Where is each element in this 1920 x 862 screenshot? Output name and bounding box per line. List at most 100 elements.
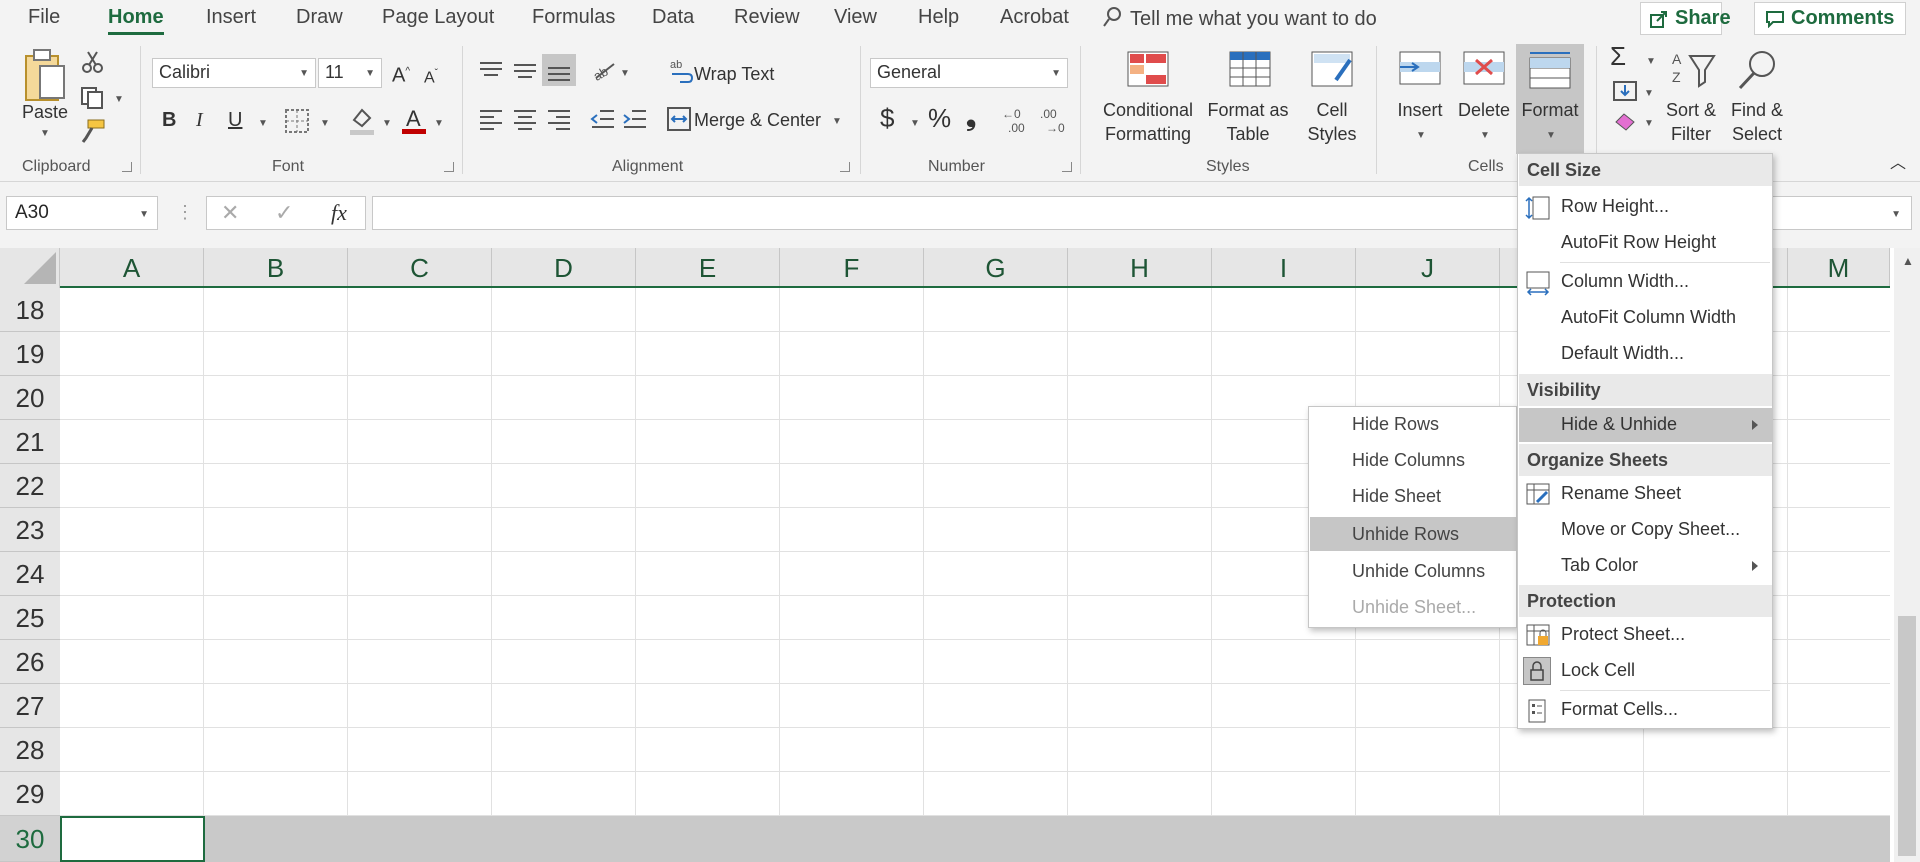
column-header[interactable]: J [1356,248,1500,288]
row-header[interactable]: 28 [0,728,60,772]
increase-decimal-icon[interactable]: ←0.00 [1002,106,1032,134]
insert-function-button[interactable]: fx [331,201,347,225]
align-middle-icon[interactable] [512,60,538,80]
hide-sheet-item[interactable]: Hide Sheet [1310,479,1517,513]
align-left-icon[interactable] [478,108,504,130]
autosum-icon[interactable]: Σ [1610,43,1626,69]
alignment-launcher[interactable] [840,162,850,172]
tab-file[interactable]: File [28,6,60,29]
column-header[interactable]: C [348,248,492,288]
font-color-icon[interactable]: A [400,104,428,136]
format-cells-button[interactable]: Format ▼ [1516,44,1584,154]
font-size-select[interactable]: 11 ▼ [318,58,382,88]
comma-button[interactable]: ❟ [966,103,976,129]
row-header[interactable]: 20 [0,376,60,420]
number-launcher[interactable] [1062,162,1072,172]
decrease-indent-icon[interactable] [590,108,616,130]
delete-cells-button[interactable]: Delete ▼ [1454,42,1514,154]
row-header[interactable]: 26 [0,640,60,684]
find-select-button[interactable]: Find & Select [1726,42,1788,154]
tab-page-layout[interactable]: Page Layout [382,6,494,29]
fill-dropdown[interactable]: ▼ [1644,88,1654,99]
format-cells-item[interactable]: Format Cells... [1519,693,1772,727]
enter-icon[interactable]: ✓ [275,201,293,225]
select-all-button[interactable] [0,248,60,288]
wrap-text-button[interactable]: Wrap Text [694,62,774,86]
row-header[interactable]: 30 [0,816,60,862]
decrease-decimal-icon[interactable]: .00→0 [1038,106,1068,134]
increase-font-button[interactable]: A^ [392,60,410,88]
sort-filter-button[interactable]: AZ Sort & Filter [1660,42,1722,154]
cut-icon[interactable] [82,50,104,74]
tell-me-search[interactable]: Tell me what you want to do [1102,6,1377,31]
tab-review[interactable]: Review [734,6,800,29]
row-header[interactable]: 23 [0,508,60,552]
row-header[interactable]: 24 [0,552,60,596]
column-header[interactable]: A [60,248,204,288]
bold-button[interactable]: B [162,108,176,132]
currency-dropdown[interactable]: ▼ [910,118,920,129]
font-name-select[interactable]: Calibri ▼ [152,58,316,88]
column-header[interactable]: B [204,248,348,288]
tab-insert[interactable]: Insert [206,6,256,29]
protect-sheet-item[interactable]: Protect Sheet... [1519,618,1772,652]
fill-color-dropdown[interactable]: ▼ [382,118,392,129]
increase-indent-icon[interactable] [622,108,648,130]
row-height-item[interactable]: Row Height... [1519,190,1772,224]
tab-view[interactable]: View [834,6,877,29]
autosum-dropdown[interactable]: ▼ [1646,56,1656,67]
cell-styles-button[interactable]: Cell Styles [1300,42,1364,154]
paste-dropdown[interactable]: ▼ [40,128,50,139]
merge-center-button[interactable]: Merge & Center [694,108,821,132]
paste-button[interactable]: Paste [22,100,68,124]
tab-help[interactable]: Help [918,6,959,29]
autofit-column-width-item[interactable]: AutoFit Column Width [1519,301,1772,335]
clear-icon[interactable] [1612,110,1638,132]
column-header[interactable]: M [1788,248,1890,288]
fill-color-icon[interactable] [348,106,376,136]
row-header[interactable]: 25 [0,596,60,640]
borders-icon[interactable] [284,108,310,134]
row-header[interactable]: 19 [0,332,60,376]
hide-unhide-item[interactable]: Hide & Unhide [1519,408,1772,442]
percent-button[interactable]: % [928,105,951,131]
cancel-icon[interactable]: ✕ [221,201,239,225]
format-painter-icon[interactable] [80,118,106,144]
default-width-item[interactable]: Default Width... [1519,337,1772,371]
expand-formula-icon[interactable]: ▼ [1891,209,1901,220]
orientation-icon[interactable]: ab [590,58,618,82]
orientation-dropdown[interactable]: ▼ [620,68,630,79]
font-launcher[interactable] [444,162,454,172]
row-header[interactable]: 21 [0,420,60,464]
copy-icon[interactable] [80,86,104,110]
underline-dropdown[interactable]: ▼ [258,118,268,129]
column-width-item[interactable]: Column Width... [1519,265,1772,299]
currency-button[interactable]: $ [880,105,894,131]
borders-dropdown[interactable]: ▼ [320,118,330,129]
row-header[interactable]: 18 [0,288,60,332]
column-header[interactable]: I [1212,248,1356,288]
tab-data[interactable]: Data [652,6,694,29]
lock-cell-item[interactable]: Lock Cell [1519,654,1772,688]
format-as-table-button[interactable]: Format as Table [1202,42,1294,154]
decrease-font-button[interactable]: Aˇ [424,62,438,90]
column-header[interactable]: D [492,248,636,288]
column-header[interactable]: H [1068,248,1212,288]
copy-dropdown[interactable]: ▼ [114,94,124,105]
column-header[interactable]: E [636,248,780,288]
row-header[interactable]: 22 [0,464,60,508]
unhide-rows-item[interactable]: Unhide Rows [1310,517,1517,551]
align-top-icon[interactable] [478,60,504,80]
clear-dropdown[interactable]: ▼ [1644,118,1654,129]
align-center-icon[interactable] [512,108,538,130]
tab-acrobat[interactable]: Acrobat [1000,6,1069,29]
collapse-ribbon-icon[interactable]: ︿ [1890,152,1906,176]
unhide-columns-item[interactable]: Unhide Columns [1310,554,1517,588]
tab-draw[interactable]: Draw [296,6,343,29]
number-format-select[interactable]: General ▼ [870,58,1068,88]
align-right-icon[interactable] [546,108,572,130]
tab-color-item[interactable]: Tab Color [1519,549,1772,583]
tab-home[interactable]: Home [108,6,164,35]
row-header[interactable]: 29 [0,772,60,816]
scroll-thumb[interactable] [1898,616,1916,856]
